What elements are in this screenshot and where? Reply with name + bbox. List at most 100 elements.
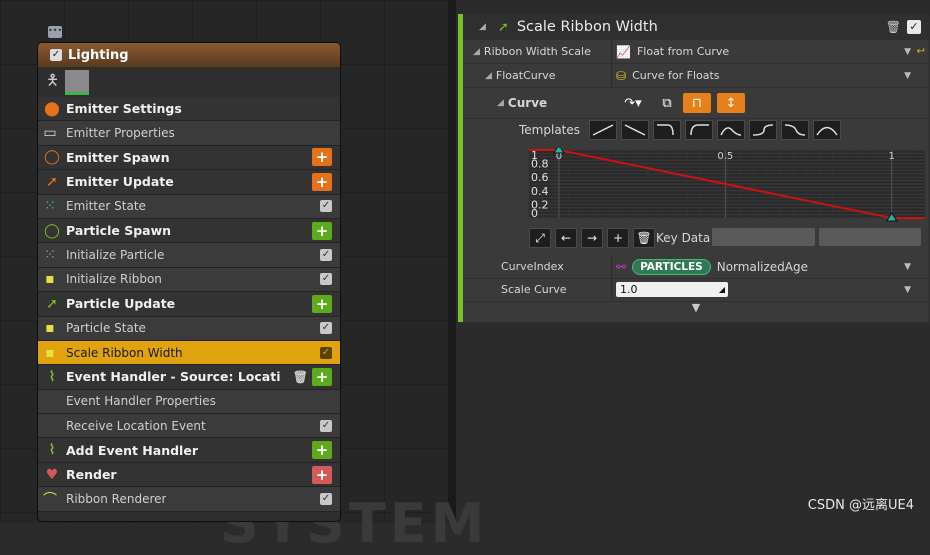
- collapse-caret-icon[interactable]: ◢: [479, 22, 486, 32]
- emitter-thumbnail[interactable]: [65, 69, 90, 95]
- stack-module[interactable]: ⁙ Initialize Particle ✓: [38, 243, 340, 268]
- reset-arrow-icon[interactable]: ↩: [917, 46, 925, 57]
- stack-module[interactable]: ▭ Emitter Properties: [38, 121, 340, 146]
- stack-row-label: Emitter Properties: [66, 126, 175, 141]
- stack-group-header[interactable]: ⌇ Event Handler - Source: LocationEvent 🗑 +: [38, 365, 340, 390]
- stack-module[interactable]: ▪ Particle State ✓: [38, 316, 340, 341]
- template-bell-button[interactable]: [717, 120, 745, 140]
- expand-caret-icon[interactable]: ◢: [485, 71, 492, 81]
- add-module-button[interactable]: +: [312, 367, 332, 386]
- curve-asset-options-button[interactable]: ↷▾: [615, 93, 651, 113]
- key-toolbar: ⤢ ← → + 🗑 Key Data: [463, 226, 929, 250]
- previous-key-button[interactable]: ←: [555, 228, 577, 248]
- emitter-enable-checkbox[interactable]: ✓: [50, 49, 62, 61]
- stack-row-label: Receive Location Event: [66, 418, 206, 433]
- stack-group-header[interactable]: ➚ Particle Update +: [38, 292, 340, 317]
- emitter-node[interactable]: ✓ Lighting 🯅 ⬤ Emitter Settings ▭ Emitter P…: [37, 42, 341, 522]
- curve-editor[interactable]: 0 0.5 110.80.60.40.20: [463, 148, 929, 224]
- person-icon: 🯅: [46, 70, 60, 89]
- float-curve-label: FloatCurve: [495, 69, 556, 82]
- templates-row: Templates: [463, 119, 929, 141]
- zoom-fit-button[interactable]: ⤢: [529, 228, 551, 248]
- stack-group-header[interactable]: ⬤ Emitter Settings: [38, 97, 340, 122]
- dropdown-chevron-icon[interactable]: ▼: [904, 285, 911, 295]
- scale-curve-input[interactable]: 1.0 ◢: [616, 282, 728, 297]
- emitter-stack: ⬤ Emitter Settings ▭ Emitter Properties ◯ Emi…: [38, 97, 340, 512]
- expand-caret-icon[interactable]: ◢: [473, 47, 480, 57]
- key-time-field[interactable]: [712, 228, 815, 246]
- stack-group-header[interactable]: ◯ Particle Spawn +: [38, 218, 340, 244]
- trash-icon[interactable]: 🗑: [293, 370, 308, 384]
- module-enable-checkbox[interactable]: ✓: [320, 273, 332, 286]
- stack-row-label: Emitter State: [66, 199, 146, 214]
- curve-key-point: [553, 148, 565, 154]
- module-enable-checkbox[interactable]: ✓: [907, 20, 921, 34]
- expand-more-icon[interactable]: ▼: [463, 301, 929, 317]
- curve-index-value[interactable]: NormalizedAge: [717, 260, 808, 274]
- stack-group-header[interactable]: ♥ Render +: [38, 462, 340, 488]
- add-module-button[interactable]: +: [312, 172, 332, 191]
- delete-key-button[interactable]: 🗑: [633, 228, 655, 248]
- emitter-settings-icon: ⬤: [44, 100, 60, 117]
- module-title: Scale Ribbon Width: [516, 19, 658, 35]
- x-tick-label: 1: [889, 151, 895, 162]
- add-module-button[interactable]: +: [312, 294, 332, 313]
- module-enable-checkbox[interactable]: ✓: [320, 492, 332, 505]
- stack-group-header[interactable]: ⌇ Add Event Handler +: [38, 438, 340, 463]
- ribbon-width-scale-value[interactable]: Float from Curve: [637, 45, 729, 58]
- float-curve-value[interactable]: Curve for Floats: [632, 69, 719, 82]
- post-infinity-extrap-button[interactable]: ↕: [717, 93, 745, 113]
- add-module-button[interactable]: +: [312, 441, 332, 460]
- update-arrow-icon: ➚: [46, 295, 58, 312]
- stack-row-label: Scale Ribbon Width: [66, 345, 183, 360]
- template-smooth-down-button[interactable]: [781, 120, 809, 140]
- add-module-button[interactable]: +: [312, 465, 332, 484]
- template-bell-icon: [720, 127, 742, 136]
- add-module-button[interactable]: +: [312, 221, 332, 240]
- add-key-button[interactable]: +: [607, 228, 629, 248]
- dropdown-chevron-icon[interactable]: ▼: [904, 71, 911, 81]
- pre-infinity-extrap-button[interactable]: ⊓: [683, 93, 711, 113]
- module-enable-checkbox[interactable]: ✓: [320, 249, 332, 262]
- template-peak-icon: [816, 126, 838, 136]
- template-buttons: [589, 120, 841, 140]
- template-peak-button[interactable]: [813, 120, 841, 140]
- stack-module[interactable]: ▪ Initialize Ribbon ✓: [38, 267, 340, 293]
- stack-row-label: Emitter Spawn: [66, 149, 170, 165]
- comment-bubble-icon[interactable]: •••: [48, 26, 62, 38]
- trash-icon[interactable]: 🗑: [886, 20, 901, 34]
- stack-module[interactable]: ⁙ Emitter State ✓: [38, 194, 340, 219]
- stack-module[interactable]: Receive Location Event ✓: [38, 414, 340, 439]
- stack-module[interactable]: Event Handler Properties: [38, 389, 340, 415]
- next-key-button[interactable]: →: [581, 228, 603, 248]
- template-smooth-up-button[interactable]: [749, 120, 777, 140]
- event-signal-icon: ⌇: [48, 442, 56, 459]
- template-ease-out-down-button[interactable]: [653, 120, 681, 140]
- emitter-title: Lighting: [68, 47, 129, 63]
- module-enable-checkbox[interactable]: ✓: [320, 419, 332, 432]
- update-arrow-icon: ➚: [497, 19, 509, 35]
- module-header[interactable]: ◢ ➚ Scale Ribbon Width 🗑 ✓: [463, 14, 929, 40]
- stack-group-header[interactable]: ◯ Emitter Spawn +: [38, 145, 340, 171]
- module-dot-icon: ▪: [45, 271, 55, 288]
- key-value-field[interactable]: [819, 228, 921, 246]
- dropdown-chevron-icon[interactable]: ▼: [904, 47, 911, 57]
- stack-module[interactable]: ▪ Scale Ribbon Width ✓: [38, 340, 340, 366]
- expand-caret-icon[interactable]: ◢: [497, 98, 504, 108]
- module-enable-checkbox[interactable]: ✓: [320, 346, 332, 359]
- dropdown-chevron-icon[interactable]: ▼: [904, 262, 911, 272]
- template-linear-up-button[interactable]: [589, 120, 617, 140]
- open-external-icon[interactable]: ⧉: [657, 93, 677, 113]
- add-module-button[interactable]: +: [312, 148, 332, 167]
- template-ease-in-up-button[interactable]: [685, 120, 713, 140]
- stack-module[interactable]: ⌒ Ribbon Renderer ✓: [38, 487, 340, 512]
- emitter-thumbnail-row: 🯅: [38, 67, 340, 97]
- stack-group-header[interactable]: ➚ Emitter Update +: [38, 170, 340, 195]
- module-dot-icon: ▪: [45, 320, 55, 337]
- emitter-title-bar[interactable]: ✓ Lighting: [38, 43, 340, 67]
- panel-splitter[interactable]: [448, 0, 456, 523]
- module-enable-checkbox[interactable]: ✓: [320, 200, 332, 213]
- module-enable-checkbox[interactable]: ✓: [320, 322, 332, 335]
- x-tick-label: 0.5: [717, 151, 733, 162]
- template-linear-down-button[interactable]: [621, 120, 649, 140]
